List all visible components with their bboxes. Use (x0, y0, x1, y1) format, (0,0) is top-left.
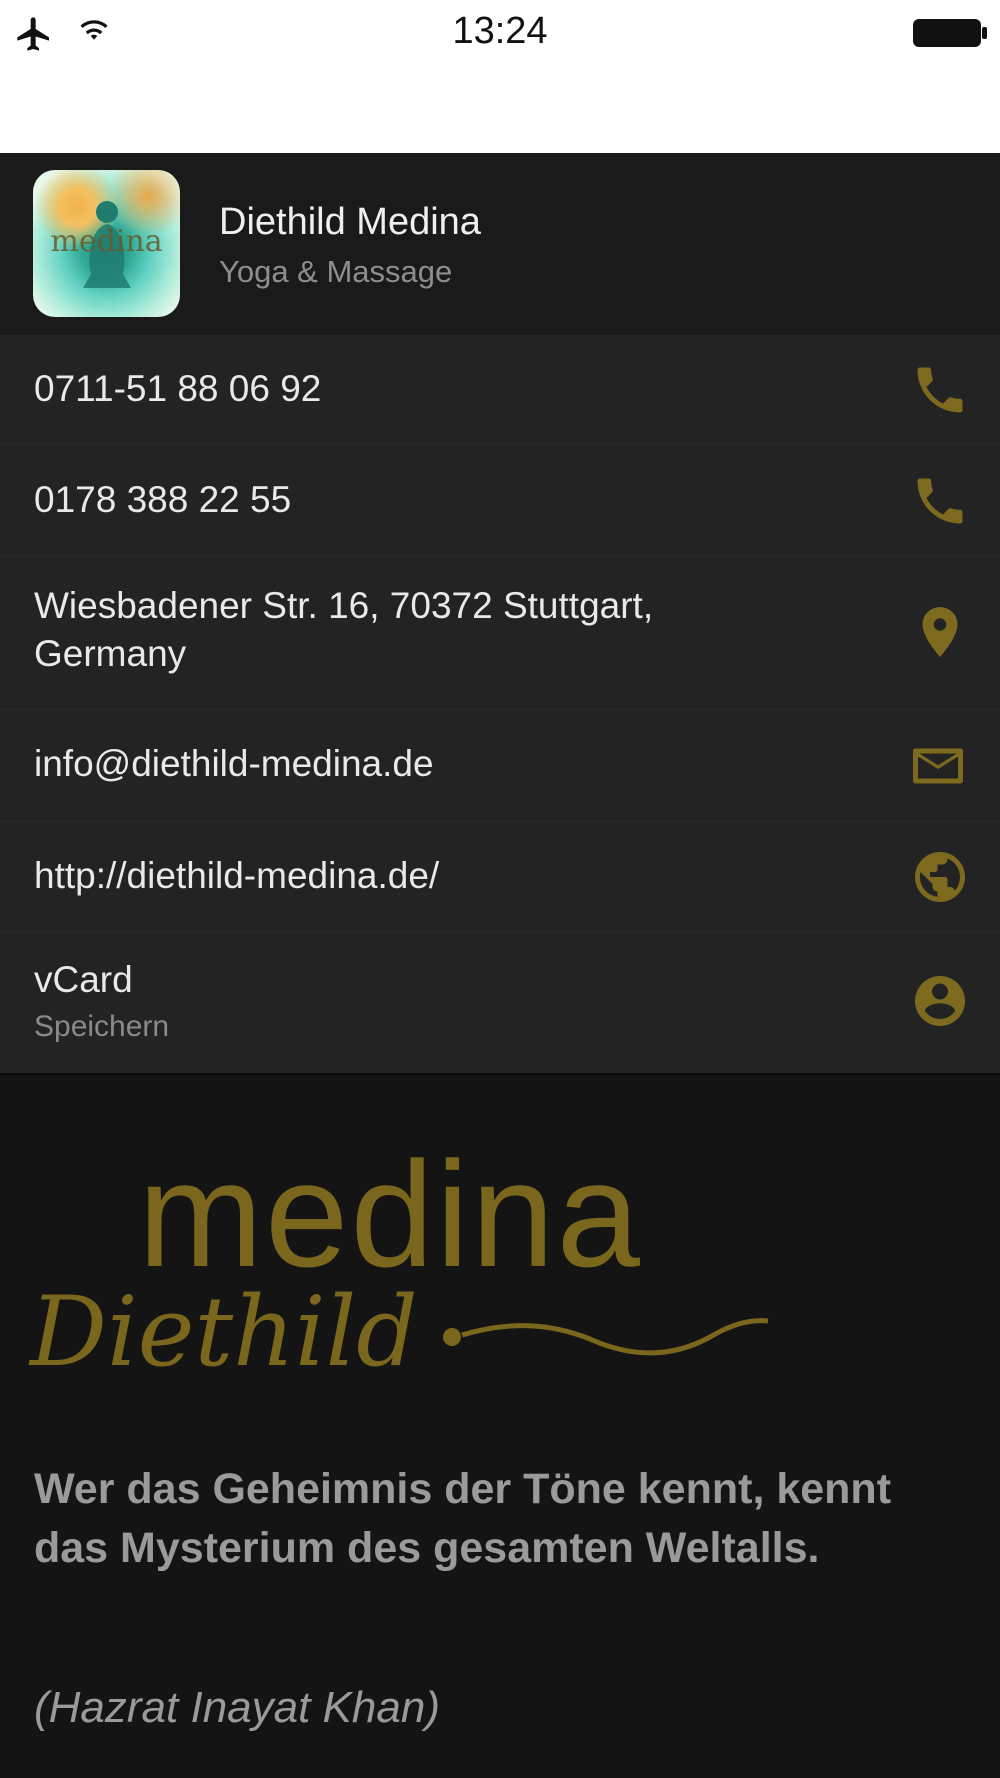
contact-subtitle: Yoga & Massage (219, 254, 453, 289)
app-icon-wordmark: medina (50, 224, 163, 259)
phone-icon[interactable] (910, 471, 970, 531)
status-time: 13:24 (452, 10, 548, 52)
logo-swirl-flourish (443, 1318, 769, 1356)
quote-author: (Hazrat Inayat Khan) (34, 1683, 440, 1732)
brand-logo-wordmark: medina (138, 1130, 642, 1298)
profile-logo-image: medina (33, 170, 180, 317)
email-address: info@diethild-medina.de (34, 743, 434, 784)
contact-list: 0711-51 88 06 92 0178 388 22 55 Wiesbade… (0, 335, 1000, 1075)
address-line-1: Wiesbadener Str. 16, 70372 Stuttgart, (34, 585, 654, 626)
status-bar: 13:24 (0, 0, 1000, 153)
contact-header: medina Diethild Medina Yoga & Massage (0, 153, 1000, 335)
contact-person-icon[interactable] (910, 971, 970, 1031)
contact-name: Diethild Medina (219, 201, 481, 243)
list-item-address[interactable]: Wiesbadener Str. 16, 70372 Stuttgart, Ge… (0, 556, 1000, 710)
globe-icon[interactable] (910, 847, 970, 907)
brand-logo-script: Diethild (30, 1276, 418, 1388)
list-item-website[interactable]: http://diethild-medina.de/ (0, 822, 1000, 932)
list-item-phone-landline[interactable]: 0711-51 88 06 92 (0, 335, 1000, 445)
battery-icon (913, 19, 987, 47)
phone-number: 0178 388 22 55 (34, 479, 292, 520)
list-item-phone-mobile[interactable]: 0178 388 22 55 (0, 445, 1000, 556)
about-section: medina Diethild Wer das Geheimnis der Tö… (0, 1075, 1000, 1778)
vcard-label: vCard (34, 959, 133, 1000)
list-item-email[interactable]: info@diethild-medina.de (0, 710, 1000, 822)
address-line-2: Germany (34, 633, 187, 674)
list-item-vcard[interactable]: vCard Speichern (0, 932, 1000, 1073)
vcard-action-label: Speichern (34, 1010, 170, 1043)
phone-icon[interactable] (910, 360, 970, 420)
website-url: http://diethild-medina.de/ (34, 855, 440, 896)
location-pin-icon[interactable] (910, 602, 970, 662)
quote-text: Wer das Geheimnis der Töne kennt, kennt … (34, 1465, 892, 1572)
mail-icon[interactable] (906, 736, 970, 796)
phone-number: 0711-51 88 06 92 (34, 368, 322, 409)
